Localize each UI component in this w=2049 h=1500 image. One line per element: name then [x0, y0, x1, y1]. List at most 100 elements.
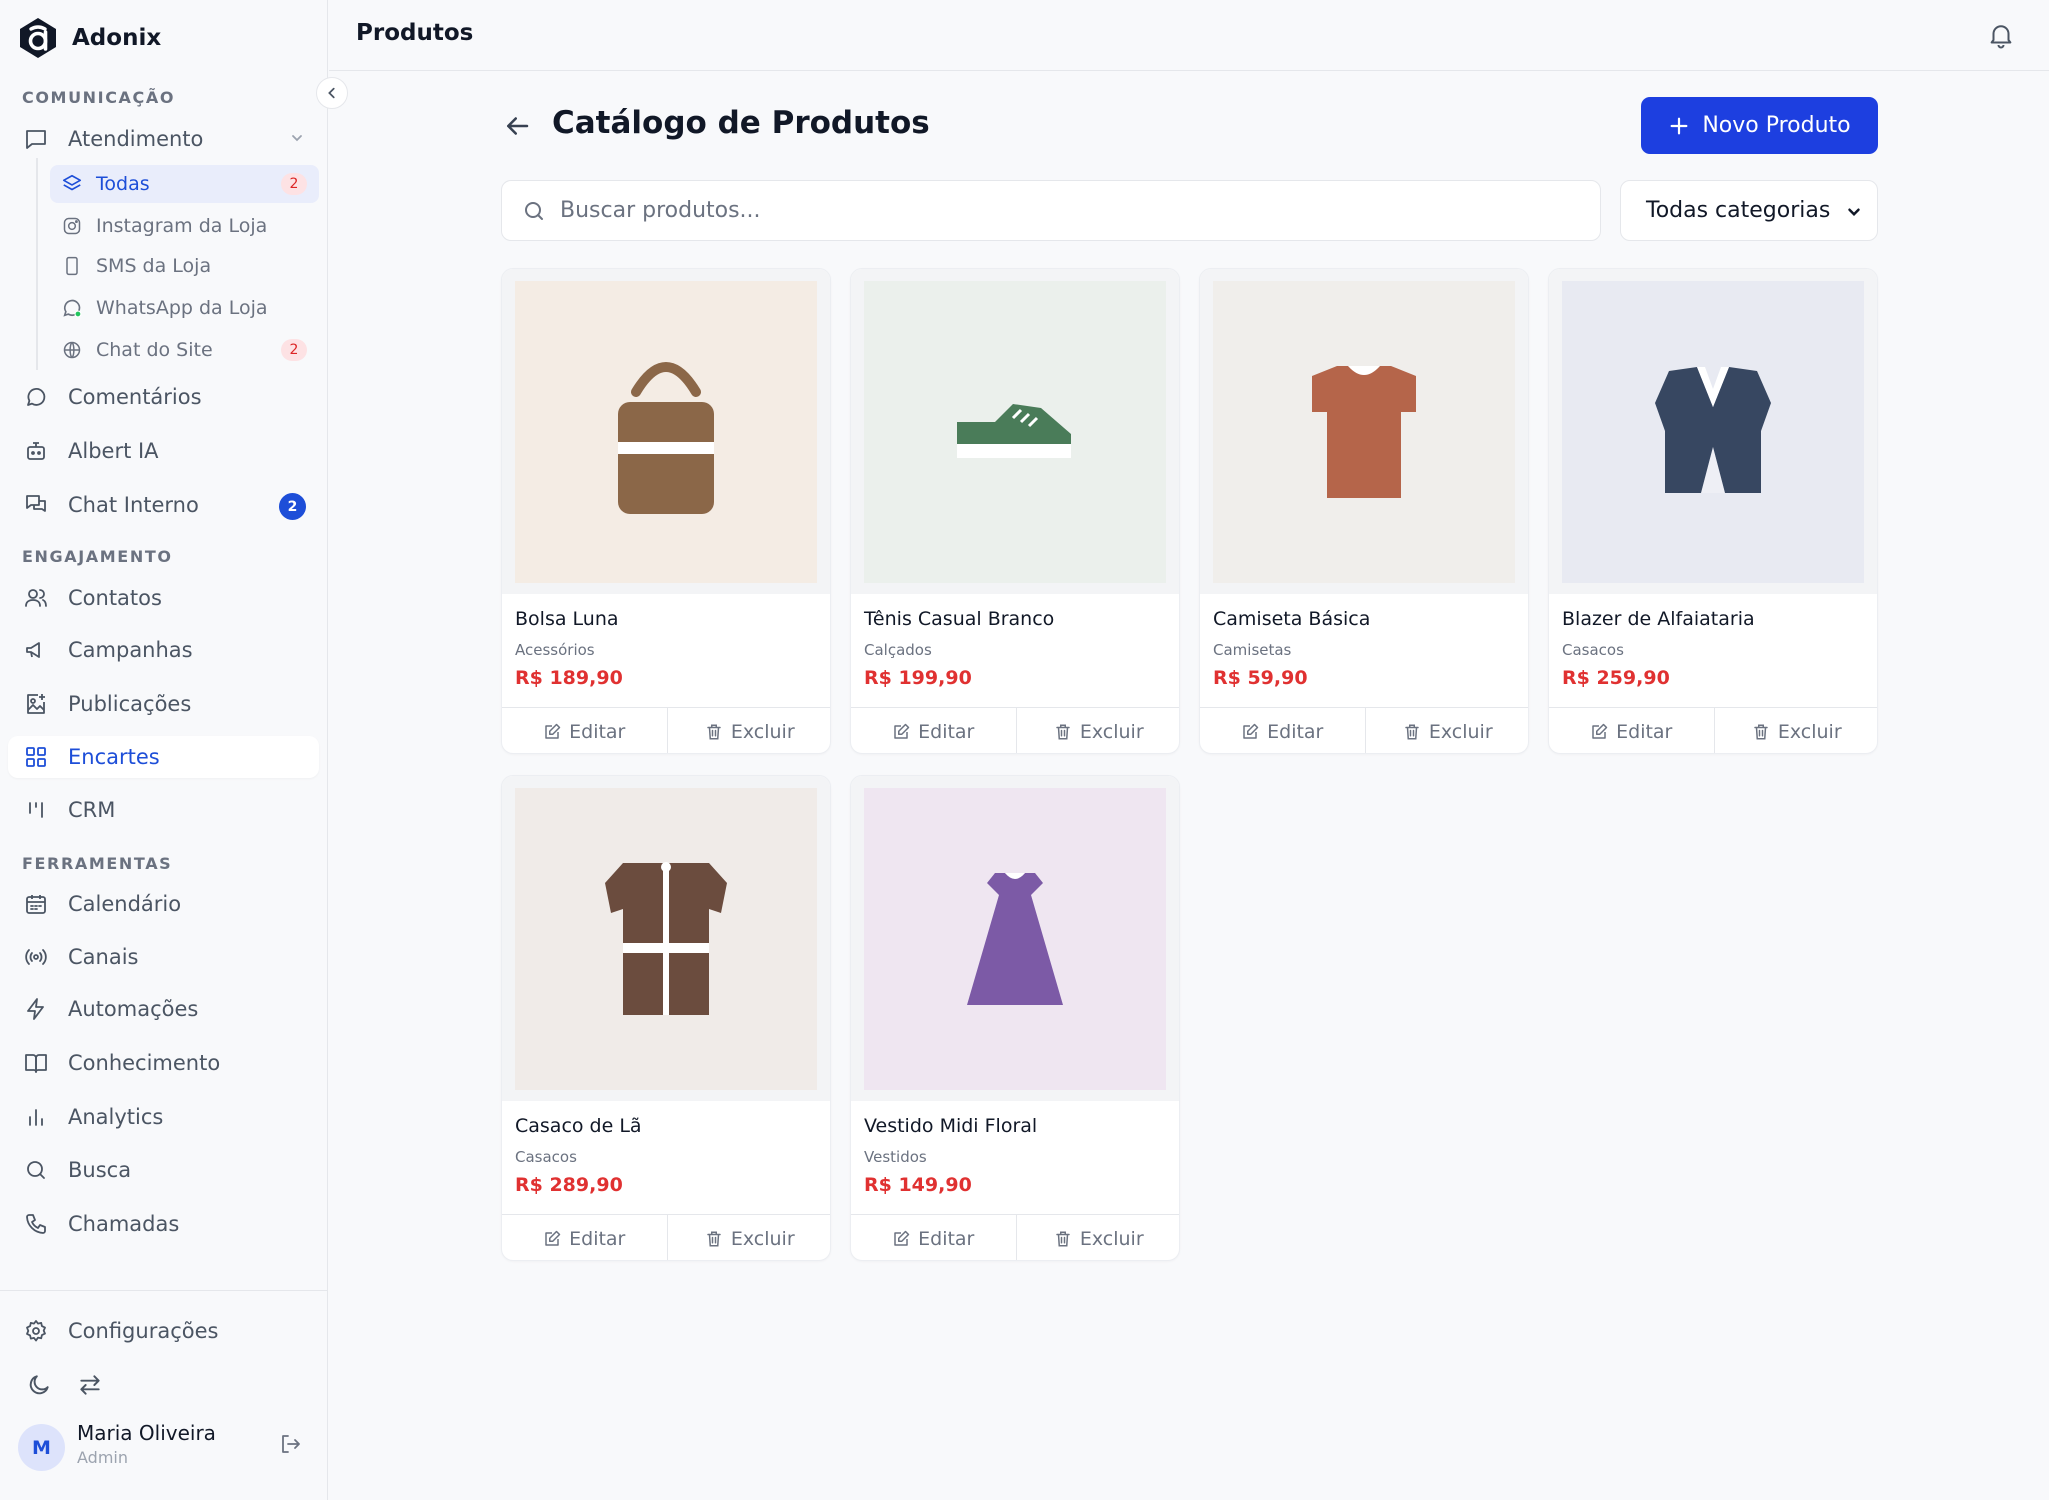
edit-button[interactable]: Editar [851, 708, 1016, 753]
sidebar-item-label: Configurações [68, 1319, 219, 1343]
card-actions: Editar Excluir [851, 707, 1180, 753]
delete-label: Excluir [1079, 720, 1144, 743]
subitem-label: Instagram da Loja [96, 215, 268, 237]
edit-button[interactable]: Editar [1549, 708, 1714, 753]
product-card: Vestido Midi Floral Vestidos R$ 149,90 E… [850, 775, 1180, 1261]
whatsapp-icon [60, 296, 84, 320]
edit-button[interactable]: Editar [851, 1215, 1016, 1260]
delete-button[interactable]: Excluir [666, 1215, 831, 1260]
dress-image [864, 788, 1166, 1090]
delete-label: Excluir [1777, 720, 1842, 743]
product-card: Casaco de Lã Casacos R$ 289,90 Editar Ex… [501, 775, 831, 1261]
sidebar-item-label: Canais [68, 945, 139, 969]
sidebar-item-automacoes[interactable]: Automações [8, 988, 319, 1030]
unread-badge: 2 [281, 173, 307, 195]
subitem-label: WhatsApp da Loja [96, 297, 268, 319]
new-product-button[interactable]: Novo Produto [1641, 97, 1878, 154]
sidebar-item-publicacoes[interactable]: Publicações [8, 683, 319, 725]
subitem-sms[interactable]: SMS da Loja [50, 247, 319, 285]
sidebar-item-conhecimento[interactable]: Conhecimento [8, 1042, 319, 1084]
chevron-down-icon [289, 130, 305, 146]
delete-label: Excluir [1079, 1227, 1144, 1250]
bell-icon[interactable] [1986, 20, 2016, 50]
edit-label: Editar [918, 1227, 975, 1250]
coat-image [515, 788, 817, 1090]
message-square-icon [22, 125, 50, 153]
page-title: Produtos [356, 20, 474, 46]
back-arrow-icon[interactable] [502, 111, 532, 141]
subitem-instagram[interactable]: Instagram da Loja [50, 207, 319, 245]
sidebar-item-label: Atendimento [68, 127, 204, 151]
gear-icon [22, 1317, 50, 1345]
product-category: Vestidos [864, 1148, 927, 1166]
delete-button[interactable]: Excluir [666, 708, 831, 753]
adonix-logo-icon [18, 17, 58, 59]
edit-button[interactable]: Editar [502, 708, 667, 753]
sidebar-item-contatos[interactable]: Contatos [8, 577, 319, 619]
sidebar-item-chat-interno[interactable]: Chat Interno 2 [8, 484, 319, 526]
sidebar-item-canais[interactable]: Canais [8, 936, 319, 978]
subitem-whatsapp[interactable]: WhatsApp da Loja [50, 289, 319, 327]
product-name: Blazer de Alfaiataria [1562, 608, 1755, 630]
sidebar-item-label: Albert IA [68, 439, 159, 463]
logout-icon[interactable] [278, 1432, 302, 1456]
product-image-frame [502, 269, 830, 594]
sidebar-item-crm[interactable]: CRM [8, 789, 319, 831]
phone-icon [22, 1210, 50, 1238]
brand[interactable]: Adonix [18, 17, 161, 59]
sidebar-item-label: Calendário [68, 892, 182, 916]
edit-icon [892, 1230, 910, 1248]
user-name: Maria Oliveira [77, 1421, 216, 1445]
sidebar-item-albert-ia[interactable]: Albert IA [8, 430, 319, 472]
subitem-todas[interactable]: Todas 2 [50, 165, 319, 203]
trash-icon [1752, 723, 1770, 741]
product-image-frame [1549, 269, 1877, 594]
sidebar-item-label: Campanhas [68, 638, 193, 662]
product-category: Calçados [864, 641, 932, 659]
product-price: R$ 189,90 [515, 667, 623, 689]
dark-mode-toggle-moon-icon[interactable] [24, 1370, 54, 1400]
collapse-sidebar-button[interactable] [316, 77, 348, 109]
product-category: Casacos [1562, 641, 1624, 659]
sidebar-item-calendario[interactable]: Calendário [8, 883, 319, 925]
search-box[interactable] [501, 180, 1601, 241]
edit-label: Editar [918, 720, 975, 743]
product-card: Blazer de Alfaiataria Casacos R$ 259,90 … [1548, 268, 1878, 754]
product-card: Camiseta Básica Camisetas R$ 59,90 Edita… [1199, 268, 1529, 754]
edit-button[interactable]: Editar [1200, 708, 1365, 753]
submenu-tree-line [36, 158, 38, 370]
users-icon [22, 584, 50, 612]
delete-button[interactable]: Excluir [1713, 708, 1878, 753]
switch-arrows-icon[interactable] [75, 1370, 105, 1400]
delete-button[interactable]: Excluir [1364, 708, 1529, 753]
subitem-label: SMS da Loja [96, 255, 212, 277]
bag-image [515, 281, 817, 583]
delete-button[interactable]: Excluir [1015, 708, 1180, 753]
product-price: R$ 289,90 [515, 1174, 623, 1196]
subitem-chat-site[interactable]: Chat do Site 2 [50, 331, 319, 369]
delete-button[interactable]: Excluir [1015, 1215, 1180, 1260]
new-product-label: Novo Produto [1702, 113, 1851, 138]
sidebar-item-comentarios[interactable]: Comentários [8, 376, 319, 418]
category-select[interactable]: Todas categorias [1620, 180, 1878, 241]
messages-icon [22, 491, 50, 519]
sidebar-item-analytics[interactable]: Analytics [8, 1096, 319, 1138]
avatar[interactable]: M [18, 1424, 65, 1471]
edit-icon [1241, 723, 1259, 741]
megaphone-icon [22, 636, 50, 664]
edit-icon [1590, 723, 1608, 741]
search-input[interactable] [560, 198, 1560, 223]
trash-icon [1054, 723, 1072, 741]
sidebar-item-atendimento[interactable]: Atendimento [8, 118, 319, 160]
sidebar-item-campanhas[interactable]: Campanhas [8, 629, 319, 671]
sidebar-item-label: Busca [68, 1158, 132, 1182]
sidebar-item-configuracoes[interactable]: Configurações [8, 1310, 319, 1352]
sidebar-item-busca[interactable]: Busca [8, 1149, 319, 1191]
card-actions: Editar Excluir [1549, 707, 1878, 753]
edit-button[interactable]: Editar [502, 1215, 667, 1260]
category-select-value: Todas categorias [1646, 198, 1831, 223]
edit-icon [543, 1230, 561, 1248]
sidebar-item-encartes[interactable]: Encartes [8, 736, 319, 778]
product-price: R$ 259,90 [1562, 667, 1670, 689]
sidebar-item-chamadas[interactable]: Chamadas [8, 1203, 319, 1245]
